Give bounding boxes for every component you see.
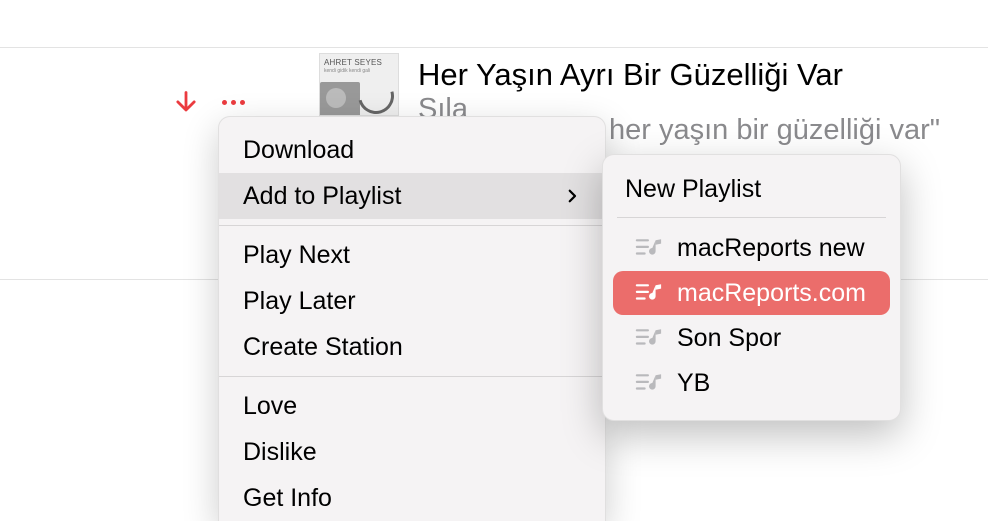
menu-item-label: Love [243,392,297,421]
context-menu: Download Add to Playlist Play Next Play … [218,116,606,521]
playlist-icon [635,372,663,394]
playlist-item[interactable]: YB [613,361,890,405]
download-icon[interactable] [172,89,200,117]
menu-item-create-station[interactable]: Create Station [219,324,605,370]
menu-separator [219,225,605,226]
playlist-item[interactable]: macReports new [613,226,890,270]
playlist-icon [635,282,663,304]
menu-item-label: Create Station [243,333,403,362]
menu-item-label: Dislike [243,438,317,467]
playlist-item-label: Son Spor [677,324,781,353]
album-artwork: AHRET SEYES kendi gidik kendi gali [319,53,399,116]
menu-item-label: Download [243,136,354,165]
menu-item-label: Play Later [243,287,356,316]
menu-item-download[interactable]: Download [219,127,605,173]
playlist-item[interactable]: Son Spor [613,316,890,360]
submenu-item-label: New Playlist [625,175,761,204]
menu-item-label: Add to Playlist [243,182,401,211]
album-art-text: AHRET SEYES [324,58,382,67]
playlist-item-label: YB [677,369,710,398]
row-divider-top [0,47,988,48]
playlist-icon [635,327,663,349]
submenu-separator [617,217,886,218]
more-options-icon[interactable] [219,92,247,112]
playlist-item-label: macReports new [677,234,865,263]
menu-item-love[interactable]: Love [219,383,605,429]
album-art-subtext: kendi gidik kendi gali [324,68,370,74]
menu-separator [219,376,605,377]
menu-item-add-to-playlist[interactable]: Add to Playlist [219,173,605,219]
menu-item-dislike[interactable]: Dislike [219,429,605,475]
menu-item-play-later[interactable]: Play Later [219,278,605,324]
chevron-right-icon [563,187,581,205]
track-lyric-fragment: her yaşın bir güzelliği var" [609,114,940,147]
playlist-item-label: macReports.com [677,279,866,308]
submenu-item-new-playlist[interactable]: New Playlist [603,167,900,211]
menu-item-label: Play Next [243,241,350,270]
track-title: Her Yaşın Ayrı Bir Güzelliği Var [418,57,843,93]
playlist-submenu: New Playlist macReports new macReports.c… [602,154,901,421]
playlist-icon [635,237,663,259]
menu-item-get-info[interactable]: Get Info [219,475,605,521]
menu-item-label: Get Info [243,484,332,513]
playlist-item[interactable]: macReports.com [613,271,890,315]
menu-item-play-next[interactable]: Play Next [219,232,605,278]
